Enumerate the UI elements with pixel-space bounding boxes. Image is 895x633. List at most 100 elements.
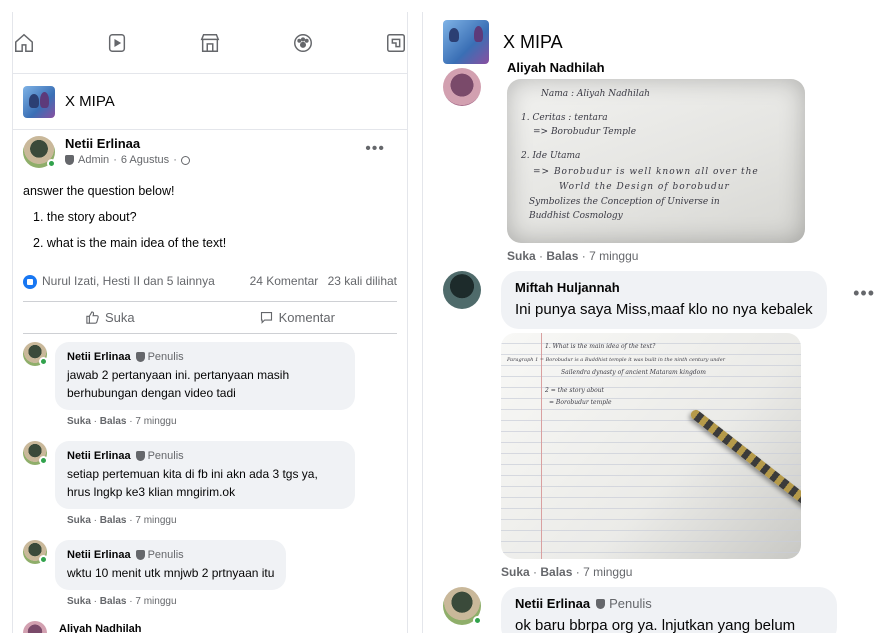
left-panel: X MIPA Netii Erlinaa Admin · 6 Agustus ·… [12, 12, 408, 633]
right-panel: X MIPA Aliyah Nadhilah Nama : Aliyah Nad… [422, 12, 895, 633]
comment-actions: Suka · Balas · 7 minggu [67, 415, 177, 427]
comment-time[interactable]: 7 minggu [135, 596, 176, 607]
comment-author[interactable]: Netii Erlinaa [67, 546, 131, 564]
comment-like-link[interactable]: Suka [67, 416, 91, 427]
avatar[interactable] [443, 271, 481, 309]
comment-author-row: Netii Erlinaa Penulis [67, 546, 274, 564]
post-text: answer the question below! [23, 184, 175, 198]
comments-count[interactable]: 24 Komentar [250, 274, 319, 288]
like-button[interactable]: Suka [85, 310, 135, 325]
comment-reply-link[interactable]: Balas [100, 416, 127, 427]
online-indicator [473, 616, 482, 625]
author-shield-icon [596, 599, 606, 609]
comment-reply-link[interactable]: Balas [540, 565, 572, 579]
question-1: 1. the story about? [33, 210, 137, 224]
author-badge: Penulis [135, 546, 184, 564]
comment-like-link[interactable]: Suka [67, 596, 91, 607]
online-indicator [39, 455, 48, 465]
photo-text: 1. Ceritas : tentara [521, 113, 608, 123]
comment-content: Netii Erlinaa Penulis setiap pertemuan k… [55, 440, 355, 536]
comment-author[interactable]: Miftah Huljannah [515, 277, 813, 299]
post-author[interactable]: Netii Erlinaa [65, 136, 365, 151]
comment-bubble: Netii Erlinaa Penulis setiap pertemuan k… [55, 440, 355, 509]
group-avatar[interactable] [443, 20, 489, 64]
comment-like-link[interactable]: Suka [67, 515, 91, 526]
comment-item: Netii Erlinaa Penulis setiap pertemuan k… [23, 440, 397, 536]
avatar[interactable] [23, 620, 47, 633]
views-count: 23 kali dilihat [327, 274, 397, 289]
separator: · [113, 154, 117, 166]
thumbs-up-icon [86, 311, 99, 324]
comment-icon [260, 311, 272, 324]
home-icon[interactable] [13, 32, 35, 54]
online-indicator [39, 356, 48, 366]
photo-text: Buddhist Cosmology [529, 211, 623, 221]
comment-time[interactable]: 7 minggu [135, 416, 176, 427]
author-badge: Penulis [596, 593, 652, 615]
post-header: Netii Erlinaa Admin · 6 Agustus · ••• [13, 130, 407, 168]
avatar[interactable] [23, 539, 48, 564]
group-avatar[interactable] [23, 85, 55, 118]
post-body: answer the question below! 1. the story … [13, 168, 407, 256]
comment-author[interactable]: Aliyah Nadhilah [507, 60, 805, 75]
group-name[interactable]: X MIPA [503, 32, 563, 53]
photo-text: 2 = the story about [545, 387, 604, 394]
comment-label: Komentar [278, 309, 335, 325]
comment-content: Netii Erlinaa Penulis wktu 10 menit utk … [55, 539, 287, 617]
comment-text: jawab 2 pertanyaan ini. pertanyaan masih… [67, 367, 290, 400]
comment-text: wktu 10 menit utk mnjwb 2 prtnyaan itu [67, 565, 275, 580]
comment-more-button[interactable]: ••• [853, 271, 875, 587]
comment-time[interactable]: 7 minggu [135, 515, 176, 526]
marketplace-icon[interactable] [199, 32, 221, 54]
comment-actions: Suka · Balas · 7 minggu [501, 565, 633, 579]
comment-author[interactable]: Netii Erlinaa [515, 593, 590, 615]
post-more-button[interactable]: ••• [365, 140, 397, 168]
author-shield-icon [135, 450, 145, 461]
reactors-text[interactable]: Nurul Izati, Hesti II dan 5 lainnya [42, 274, 215, 288]
avatar[interactable] [443, 68, 481, 106]
comment-author[interactable]: Netii Erlinaa [67, 348, 131, 366]
watch-icon[interactable] [106, 32, 128, 54]
comment-actions: Suka · Balas · 7 minggu [67, 514, 177, 526]
comment-bubble: Netii Erlinaa Penulis wktu 10 menit utk … [55, 539, 287, 590]
online-indicator [39, 554, 48, 564]
comment-item: Aliyah Nadhilah Nama : Aliyah Nadhilah 1… [423, 60, 895, 271]
author-badge: Penulis [135, 348, 184, 366]
avatar[interactable] [443, 587, 482, 625]
photo-text: Symbolizes the Conception of Universe in [529, 197, 720, 207]
photo-text: Paragraph 1 = Borobudur is a Buddhist te… [507, 357, 726, 363]
photo-text: 2. Ide Utama [521, 151, 581, 161]
comment-content: Aliyah Nadhilah Nama : Aliyah Nadhilah 1… [507, 60, 805, 271]
photo-text: World the Design of borobudur [559, 182, 730, 192]
comment-reply-link[interactable]: Balas [100, 515, 127, 526]
group-header[interactable]: X MIPA [13, 74, 407, 130]
comment-text: ok baru bbrpa org ya. lnjutkan yang belu… [515, 617, 796, 633]
reactors[interactable]: Nurul Izati, Hesti II dan 5 lainnya [23, 274, 215, 289]
comment-like-link[interactable]: Suka [507, 249, 536, 263]
gaming-icon[interactable] [385, 32, 407, 54]
comment-like-link[interactable]: Suka [501, 565, 530, 579]
post-counts: 24 Komentar 23 kali dilihat [244, 274, 397, 288]
page: X MIPA Netii Erlinaa Admin · 6 Agustus ·… [0, 0, 895, 633]
homework-photo[interactable]: Nama : Aliyah Nadhilah 1. Ceritas : tent… [507, 79, 805, 243]
online-indicator [47, 159, 56, 168]
comment-item: Aliyah Nadhilah [23, 620, 397, 633]
comment-author-row: Netii Erlinaa Penulis [67, 447, 343, 465]
comment-reply-link[interactable]: Balas [100, 596, 127, 607]
avatar[interactable] [23, 341, 48, 366]
group-name[interactable]: X MIPA [65, 93, 115, 110]
comment-time[interactable]: 7 minggu [583, 565, 632, 579]
comment-button[interactable]: Komentar [259, 310, 335, 325]
post-date[interactable]: 6 Agustus [121, 154, 169, 166]
avatar[interactable] [23, 136, 56, 168]
comment-author[interactable]: Netii Erlinaa [67, 447, 131, 465]
comment-reply-link[interactable]: Balas [546, 249, 578, 263]
post-role: Admin [78, 154, 110, 166]
comment-time[interactable]: 7 minggu [589, 249, 638, 263]
like-reaction-icon [23, 274, 37, 289]
comment-author[interactable]: Aliyah Nadhilah [55, 621, 245, 633]
homework-photo[interactable]: 1. What is the main idea of the text? Pa… [501, 333, 801, 559]
groups-icon[interactable] [292, 32, 314, 54]
comment-item: Netii Erlinaa Penulis wktu 10 menit utk … [23, 539, 397, 617]
avatar[interactable] [23, 440, 48, 465]
